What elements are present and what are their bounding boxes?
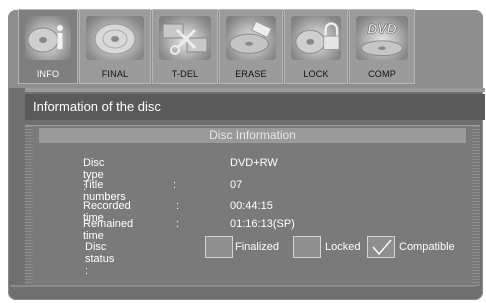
panel-stripes-right bbox=[472, 126, 480, 286]
row-separator: : bbox=[176, 200, 180, 212]
row-separator: : bbox=[176, 218, 180, 230]
locked-label: Locked bbox=[325, 241, 361, 253]
tab-lock[interactable]: LOCK bbox=[284, 9, 348, 84]
row-label: Disc status : bbox=[85, 241, 115, 277]
final-disc-icon bbox=[86, 16, 144, 60]
tab-erase[interactable]: ERASE bbox=[219, 9, 283, 84]
compatible-checkbox[interactable] bbox=[367, 236, 395, 258]
tab-label: INFO bbox=[36, 69, 60, 79]
row-value: 00:44:15 bbox=[230, 200, 273, 212]
locked-checkbox[interactable] bbox=[293, 236, 321, 258]
checkmark-icon bbox=[372, 239, 392, 256]
tab-label: T-DEL bbox=[171, 69, 199, 79]
erase-disc-icon bbox=[226, 16, 276, 60]
dvd-logo-text: DVD bbox=[367, 20, 396, 36]
section-header: Information of the disc bbox=[25, 94, 485, 120]
section-title: Information of the disc bbox=[33, 99, 161, 114]
tab-comp[interactable]: DVD COMP bbox=[349, 9, 415, 84]
tab-label: FINAL bbox=[101, 69, 129, 79]
row-value: DVD+RW bbox=[230, 157, 278, 169]
lock-disc-icon bbox=[291, 16, 341, 60]
divider bbox=[25, 88, 485, 92]
row-separator: : bbox=[173, 179, 177, 191]
tab-label: ERASE bbox=[235, 69, 267, 79]
info-disc-icon bbox=[25, 16, 71, 60]
tab-t-del[interactable]: T-DEL bbox=[152, 9, 218, 84]
row-value: 01:16:13(SP) bbox=[230, 218, 295, 230]
dvd-compatible-icon: DVD bbox=[356, 16, 408, 60]
tab-final[interactable]: FINAL bbox=[79, 9, 151, 84]
bottom-divider bbox=[10, 285, 475, 287]
disc-info-panel: Disc Information Disc type : DVD+RW Titl… bbox=[25, 125, 480, 286]
panel-title: Disc Information bbox=[39, 128, 466, 143]
row-label: Remained time bbox=[83, 218, 134, 242]
compatible-label: Compatible bbox=[399, 241, 455, 253]
tab-label: LOCK bbox=[303, 69, 329, 79]
row-value: 07 bbox=[230, 179, 243, 191]
panel-stripes-left bbox=[25, 126, 33, 286]
finalized-label: Finalized bbox=[235, 241, 280, 253]
finalized-checkbox[interactable] bbox=[205, 236, 233, 258]
tab-label: COMP bbox=[368, 69, 396, 79]
tab-info[interactable]: INFO bbox=[18, 9, 78, 84]
title-delete-icon bbox=[159, 16, 211, 60]
